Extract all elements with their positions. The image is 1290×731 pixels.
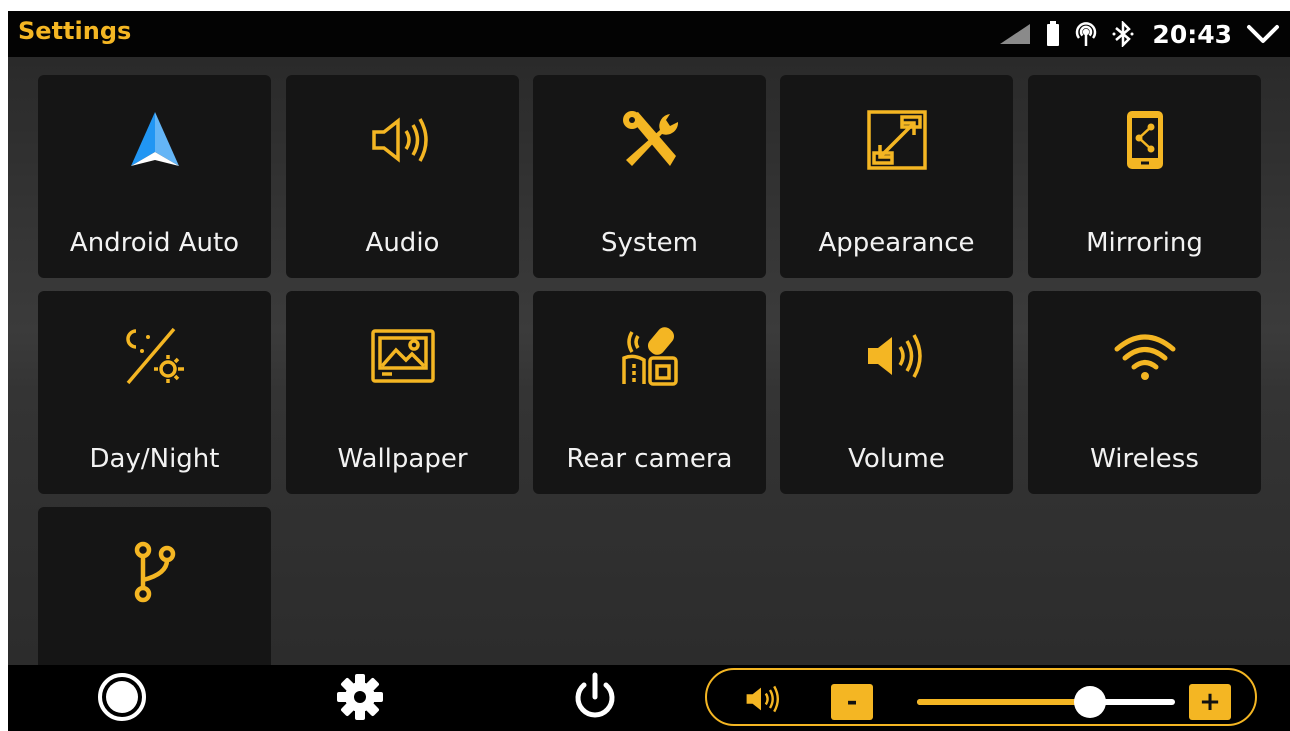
home-circle-icon <box>96 671 148 727</box>
tile-wireless[interactable]: Wireless <box>1028 291 1261 494</box>
tile-wallpaper[interactable]: Wallpaper <box>286 291 519 494</box>
settings-button[interactable] <box>330 671 390 727</box>
volume-slider-fill <box>917 699 1090 705</box>
status-bar: Settings 20:43 <box>8 11 1290 57</box>
tile-audio[interactable]: Audio <box>286 75 519 278</box>
screen: Settings 20:43 Android Auto Audio System… <box>8 11 1290 731</box>
status-icons: 20:43 <box>998 11 1280 57</box>
day-night-icon <box>38 321 271 391</box>
speaker-filled-icon <box>743 684 785 718</box>
tile-label: Wireless <box>1090 444 1199 474</box>
settings-grid: Android Auto Audio System Appearance Mir… <box>8 57 1290 665</box>
tools-icon <box>533 105 766 175</box>
tile-label: Mirroring <box>1086 228 1203 258</box>
tile-mirroring[interactable]: Mirroring <box>1028 75 1261 278</box>
volume-up-button[interactable]: + <box>1189 684 1231 720</box>
page-title: Settings <box>18 17 132 45</box>
tile-label: Appearance <box>818 228 975 258</box>
volume-slider-thumb[interactable] <box>1073 686 1106 718</box>
tile-appearance[interactable]: Appearance <box>780 75 1013 278</box>
volume-down-button[interactable]: - <box>831 684 873 720</box>
wifi-icon <box>1028 321 1261 391</box>
volume-control: - + <box>705 668 1257 726</box>
phone-share-icon <box>1028 105 1261 175</box>
tile-label: Android Auto <box>69 228 240 258</box>
speaker-filled-icon <box>780 321 1013 391</box>
power-button[interactable] <box>565 671 625 727</box>
tile-label: Rear camera <box>566 444 733 474</box>
speaker-outline-icon <box>286 105 519 175</box>
volume-slider[interactable] <box>917 686 1175 718</box>
tile-day-night[interactable]: Day/Night <box>38 291 271 494</box>
branch-icon <box>38 537 271 607</box>
tile-system[interactable]: System <box>533 75 766 278</box>
hotspot-icon <box>1074 21 1098 47</box>
rear-camera-icon <box>533 321 766 391</box>
home-button[interactable] <box>92 671 152 727</box>
tile-rear-camera[interactable]: Rear camera <box>533 291 766 494</box>
tile-volume[interactable]: Volume <box>780 291 1013 494</box>
tile-label: Audio <box>365 228 440 258</box>
power-icon <box>570 671 620 727</box>
clock: 20:43 <box>1152 19 1232 49</box>
picture-icon <box>286 321 519 391</box>
android-auto-icon <box>38 105 271 175</box>
tile-label: Volume <box>848 444 945 474</box>
resize-icon <box>780 105 1013 175</box>
battery-icon <box>1046 21 1060 47</box>
bluetooth-icon <box>1112 21 1134 47</box>
bottom-nav-bar: - + <box>8 665 1290 731</box>
chevron-down-icon[interactable] <box>1246 23 1280 45</box>
tile-android-auto[interactable]: Android Auto <box>38 75 271 278</box>
tile-label: System <box>601 228 698 258</box>
tile-label: Day/Night <box>89 444 220 474</box>
signal-icon <box>998 23 1032 45</box>
tile-branch[interactable] <box>38 507 271 665</box>
gear-icon <box>335 672 385 726</box>
tile-label: Wallpaper <box>337 444 468 474</box>
